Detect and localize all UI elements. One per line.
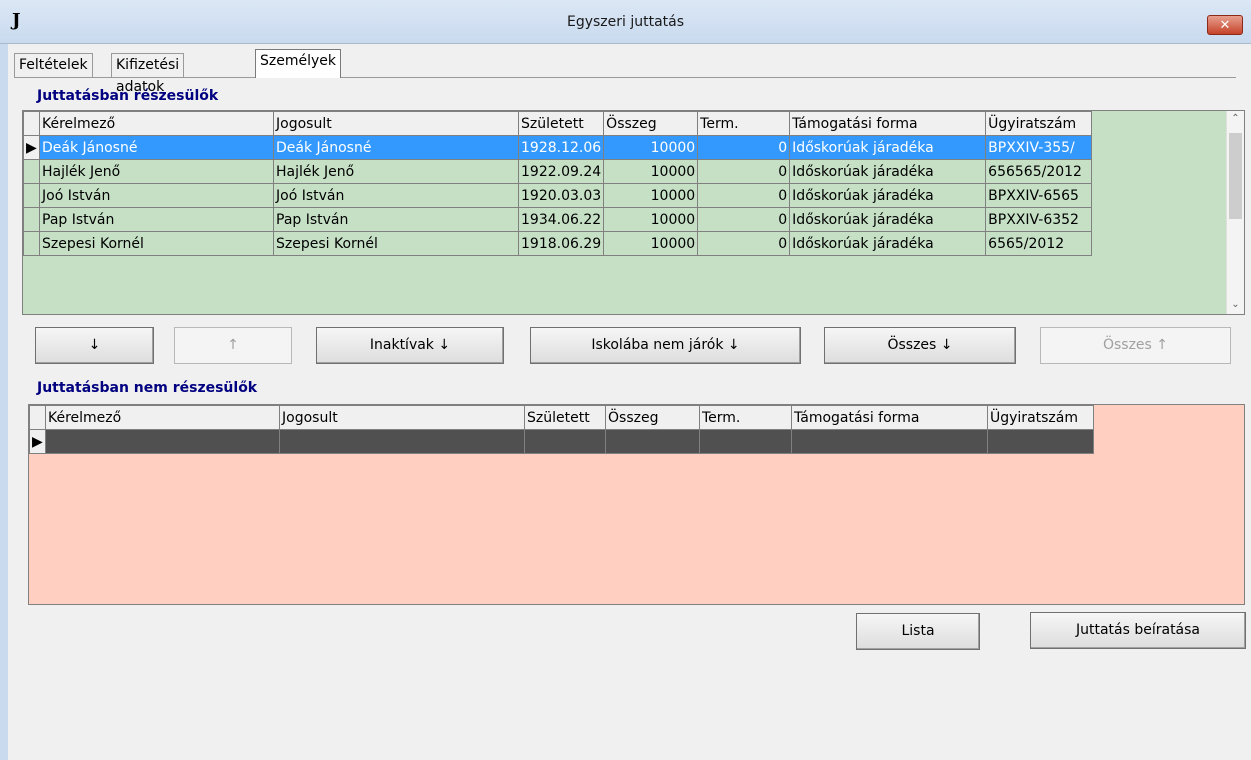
close-button[interactable]: ✕ (1207, 15, 1243, 35)
cell-jogosult[interactable]: Hajlék Jenő (273, 159, 519, 184)
tab-kifizetesi-adatok[interactable]: Kifizetési adatok (111, 53, 185, 95)
row-indicator-empty (23, 207, 40, 232)
col-term[interactable]: Term. (697, 111, 791, 136)
non-recipients-header-row: Kérelmező Jogosult Született Összeg Term… (29, 405, 1094, 430)
col-kerelmezo[interactable]: Kérelmező (39, 111, 274, 136)
scroll-down-icon[interactable]: ⌄ (1227, 299, 1244, 310)
cell-tamogatasi-forma[interactable]: Időskorúak járadéka (789, 207, 987, 232)
col-kerelmezo[interactable]: Kérelmező (45, 405, 280, 430)
juttatas-beiratasa-button[interactable]: Juttatás beíratása (1030, 612, 1246, 649)
recipients-scrollbar[interactable]: ⌃ ⌄ (1226, 111, 1244, 314)
col-ugyiratszam[interactable]: Ügyiratszám (985, 111, 1093, 136)
move-up-button[interactable]: ↑ (174, 327, 292, 364)
cell-osszeg[interactable]: 10000 (603, 231, 699, 256)
table-row[interactable]: ▶ Deák Jánosné Deák Jánosné 1928.12.06 1… (23, 135, 1093, 160)
cell-szuletett[interactable]: 1934.06.22 (517, 207, 605, 232)
lista-button[interactable]: Lista (856, 613, 980, 650)
window-frame (0, 44, 8, 760)
cell-kerelmezo[interactable]: Szepesi Kornél (39, 231, 274, 256)
empty-cell[interactable] (699, 429, 792, 454)
tab-divider (14, 77, 1236, 78)
cell-ugyiratszam[interactable]: BPXXIV-6352 (985, 207, 1093, 232)
all-down-button[interactable]: Összes ↓ (824, 327, 1016, 364)
scroll-thumb[interactable] (1229, 133, 1242, 219)
cell-jogosult[interactable]: Deák Jánosné (273, 135, 519, 160)
row-indicator-empty (23, 231, 40, 256)
col-tamogatasi-forma[interactable]: Támogatási forma (789, 111, 987, 136)
col-szuletett[interactable]: Született (524, 405, 606, 430)
table-row[interactable]: Joó István Joó István 1920.03.03 10000 0… (23, 183, 1093, 208)
col-szuletett[interactable]: Született (517, 111, 605, 136)
cell-szuletett[interactable]: 1928.12.06 (517, 135, 605, 160)
cell-ugyiratszam[interactable]: 6565/2012 (985, 231, 1093, 256)
cell-kerelmezo[interactable]: Pap István (39, 207, 274, 232)
table-row[interactable]: Szepesi Kornél Szepesi Kornél 1918.06.29… (23, 231, 1093, 256)
row-indicator-header (23, 111, 40, 136)
col-osszeg[interactable]: Összeg (603, 111, 699, 136)
col-jogosult[interactable]: Jogosult (273, 111, 519, 136)
row-indicator-empty (23, 159, 40, 184)
cell-ugyiratszam[interactable]: BPXXIV-6565 (985, 183, 1093, 208)
empty-cell[interactable] (279, 429, 525, 454)
cell-tamogatasi-forma[interactable]: Időskorúak járadéka (789, 159, 987, 184)
cell-osszeg[interactable]: 10000 (603, 135, 699, 160)
row-indicator: ▶ (23, 135, 40, 160)
cell-term[interactable]: 0 (697, 159, 791, 184)
cell-szuletett[interactable]: 1920.03.03 (517, 183, 605, 208)
cell-szuletett[interactable]: 1922.09.24 (517, 159, 605, 184)
cell-kerelmezo[interactable]: Deák Jánosné (39, 135, 274, 160)
cell-ugyiratszam[interactable]: BPXXIV-355/ (985, 135, 1093, 160)
cell-osszeg[interactable]: 10000 (603, 159, 699, 184)
tab-feltetelek[interactable]: Feltételek (14, 53, 93, 77)
cell-tamogatasi-forma[interactable]: Időskorúak járadéka (789, 231, 987, 256)
table-row-empty[interactable]: ▶ (29, 429, 1094, 454)
non-recipients-grid[interactable]: Kérelmező Jogosult Született Összeg Term… (28, 404, 1245, 605)
cell-szuletett[interactable]: 1918.06.29 (517, 231, 605, 256)
cell-jogosult[interactable]: Pap István (273, 207, 519, 232)
col-term[interactable]: Term. (699, 405, 792, 430)
cell-kerelmezo[interactable]: Joó István (39, 183, 274, 208)
recipients-grid[interactable]: Kérelmező Jogosult Született Összeg Term… (22, 110, 1245, 315)
inactive-down-button[interactable]: Inaktívak ↓ (316, 327, 504, 364)
scroll-up-icon[interactable]: ⌃ (1227, 113, 1244, 124)
col-jogosult[interactable]: Jogosult (279, 405, 525, 430)
cell-jogosult[interactable]: Szepesi Kornél (273, 231, 519, 256)
all-up-button[interactable]: Összes ↑ (1040, 327, 1231, 364)
table-row[interactable]: Pap István Pap István 1934.06.22 10000 0… (23, 207, 1093, 232)
empty-cell[interactable] (987, 429, 1094, 454)
empty-cell[interactable] (45, 429, 280, 454)
empty-cell[interactable] (605, 429, 700, 454)
empty-cell[interactable] (791, 429, 988, 454)
cell-tamogatasi-forma[interactable]: Időskorúak járadéka (789, 183, 987, 208)
table-row[interactable]: Hajlék Jenő Hajlék Jenő 1922.09.24 10000… (23, 159, 1093, 184)
tab-szemelyek[interactable]: Személyek (255, 49, 341, 78)
not-school-down-button[interactable]: Iskolába nem járók ↓ (530, 327, 801, 364)
cell-osszeg[interactable]: 10000 (603, 207, 699, 232)
col-tamogatasi-forma[interactable]: Támogatási forma (791, 405, 988, 430)
cell-term[interactable]: 0 (697, 183, 791, 208)
cell-term[interactable]: 0 (697, 135, 791, 160)
cell-kerelmezo[interactable]: Hajlék Jenő (39, 159, 274, 184)
col-ugyiratszam[interactable]: Ügyiratszám (987, 405, 1094, 430)
cell-tamogatasi-forma[interactable]: Időskorúak járadéka (789, 135, 987, 160)
move-down-button[interactable]: ↓ (35, 327, 154, 364)
cell-term[interactable]: 0 (697, 231, 791, 256)
section-non-recipients-label: Juttatásban nem részesülők (37, 380, 258, 396)
cell-term[interactable]: 0 (697, 207, 791, 232)
window-title: Egyszeri juttatás (566, 14, 685, 30)
row-indicator-header (29, 405, 46, 430)
title-bar: J Egyszeri juttatás ✕ (0, 0, 1251, 44)
row-indicator-empty (23, 183, 40, 208)
cell-jogosult[interactable]: Joó István (273, 183, 519, 208)
recipients-header-row: Kérelmező Jogosult Született Összeg Term… (23, 111, 1093, 136)
empty-cell[interactable] (524, 429, 606, 454)
cell-osszeg[interactable]: 10000 (603, 183, 699, 208)
row-indicator: ▶ (29, 429, 46, 454)
col-osszeg[interactable]: Összeg (605, 405, 700, 430)
cell-ugyiratszam[interactable]: 656565/2012 (985, 159, 1093, 184)
section-recipients-label: Juttatásban részesülők (37, 88, 219, 104)
